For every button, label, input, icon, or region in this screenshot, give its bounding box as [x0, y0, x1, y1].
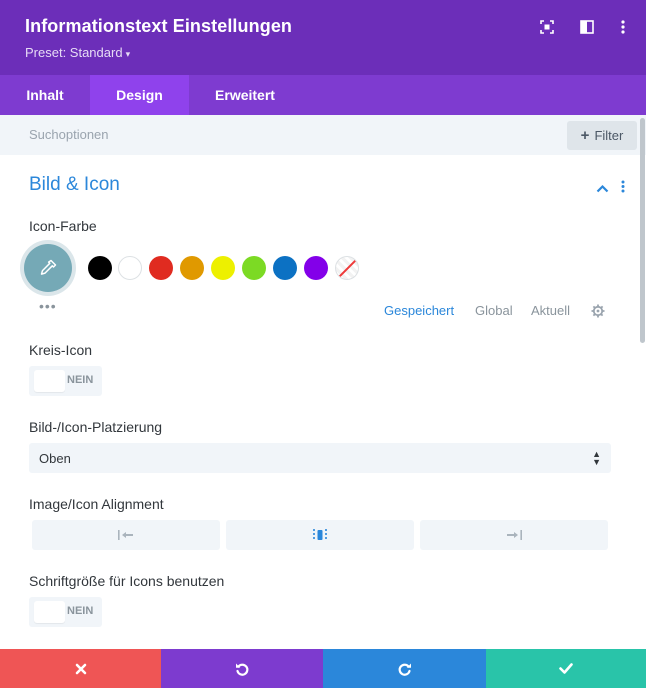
circle-icon-toggle[interactable]: NEIN — [29, 366, 102, 396]
color-swatch-black[interactable] — [88, 256, 112, 280]
filter-label: Filter — [594, 128, 624, 143]
plus-icon: + — [580, 127, 590, 144]
eyedropper-icon — [40, 259, 57, 275]
tab-bar: Inhalt Design Erweitert — [0, 75, 646, 115]
color-swatch-white[interactable] — [118, 256, 142, 280]
placement-select[interactable]: Oben ▲ ▼ — [29, 443, 611, 473]
icon-font-size-label: Schriftgröße für Icons benutzen — [29, 573, 225, 589]
color-swatch-blue[interactable] — [273, 256, 297, 280]
align-center-button[interactable] — [226, 520, 414, 550]
circle-icon-label: Kreis-Icon — [29, 342, 93, 358]
color-swatch-none[interactable] — [335, 256, 359, 280]
preset-label: Preset: Standard — [25, 45, 123, 60]
align-left-icon — [118, 530, 133, 540]
split-view-icon[interactable] — [578, 18, 596, 36]
color-picker-button[interactable] — [24, 244, 72, 292]
icon-color-label: Icon-Farbe — [29, 218, 97, 234]
select-arrows-icon: ▲ ▼ — [592, 449, 601, 467]
placement-value: Oben — [39, 451, 71, 466]
section-more-icon[interactable] — [621, 180, 625, 198]
tab-erweitert[interactable]: Erweitert — [189, 75, 301, 115]
more-colors-icon[interactable]: ••• — [39, 298, 57, 314]
toggle-knob — [34, 370, 65, 392]
undo-icon — [236, 663, 249, 676]
palette-tab-aktuell[interactable]: Aktuell — [531, 303, 570, 318]
search-input[interactable]: Suchoptionen — [29, 127, 109, 142]
focus-icon[interactable] — [538, 18, 556, 36]
icon-font-size-toggle[interactable]: NEIN — [29, 597, 102, 627]
align-right-icon — [507, 530, 522, 540]
color-swatch-yellow[interactable] — [211, 256, 235, 280]
alignment-label: Image/Icon Alignment — [29, 496, 164, 512]
toggle-state: NEIN — [67, 605, 94, 617]
modal-title: Informationstext Einstellungen — [25, 16, 293, 36]
caret-down-icon: ▾ — [125, 49, 131, 59]
modal-header: Informationstext Einstellungen Preset: S… — [0, 0, 646, 75]
color-swatch-green[interactable] — [242, 256, 266, 280]
filter-button[interactable]: + Filter — [567, 121, 637, 150]
chevron-up-icon[interactable] — [596, 180, 609, 198]
tab-design[interactable]: Design — [90, 75, 189, 115]
color-swatch-orange[interactable] — [180, 256, 204, 280]
gear-icon[interactable] — [591, 304, 605, 323]
placement-label: Bild-/Icon-Platzierung — [29, 419, 163, 435]
align-left-button[interactable] — [32, 520, 220, 550]
color-swatch-red[interactable] — [149, 256, 173, 280]
check-icon — [559, 663, 573, 674]
search-bar[interactable]: Suchoptionen — [0, 115, 646, 155]
modal-footer — [0, 649, 646, 688]
scrollbar[interactable] — [640, 118, 645, 343]
save-button[interactable] — [486, 649, 646, 688]
close-icon — [75, 663, 86, 674]
color-swatch-purple[interactable] — [304, 256, 328, 280]
discard-button[interactable] — [0, 649, 161, 688]
palette-tab-global[interactable]: Global — [475, 303, 513, 318]
redo-button[interactable] — [323, 649, 486, 688]
section-title[interactable]: Bild & Icon — [29, 174, 120, 196]
more-vertical-icon[interactable] — [614, 18, 632, 36]
align-center-icon — [313, 529, 327, 541]
align-right-button[interactable] — [420, 520, 608, 550]
preset-selector[interactable]: Preset: Standard ▾ — [25, 45, 130, 60]
tab-inhalt[interactable]: Inhalt — [0, 75, 90, 115]
redo-icon — [398, 663, 411, 676]
palette-tab-gespeichert[interactable]: Gespeichert — [384, 303, 454, 318]
undo-button[interactable] — [161, 649, 323, 688]
toggle-state: NEIN — [67, 374, 94, 386]
toggle-knob — [34, 601, 65, 623]
